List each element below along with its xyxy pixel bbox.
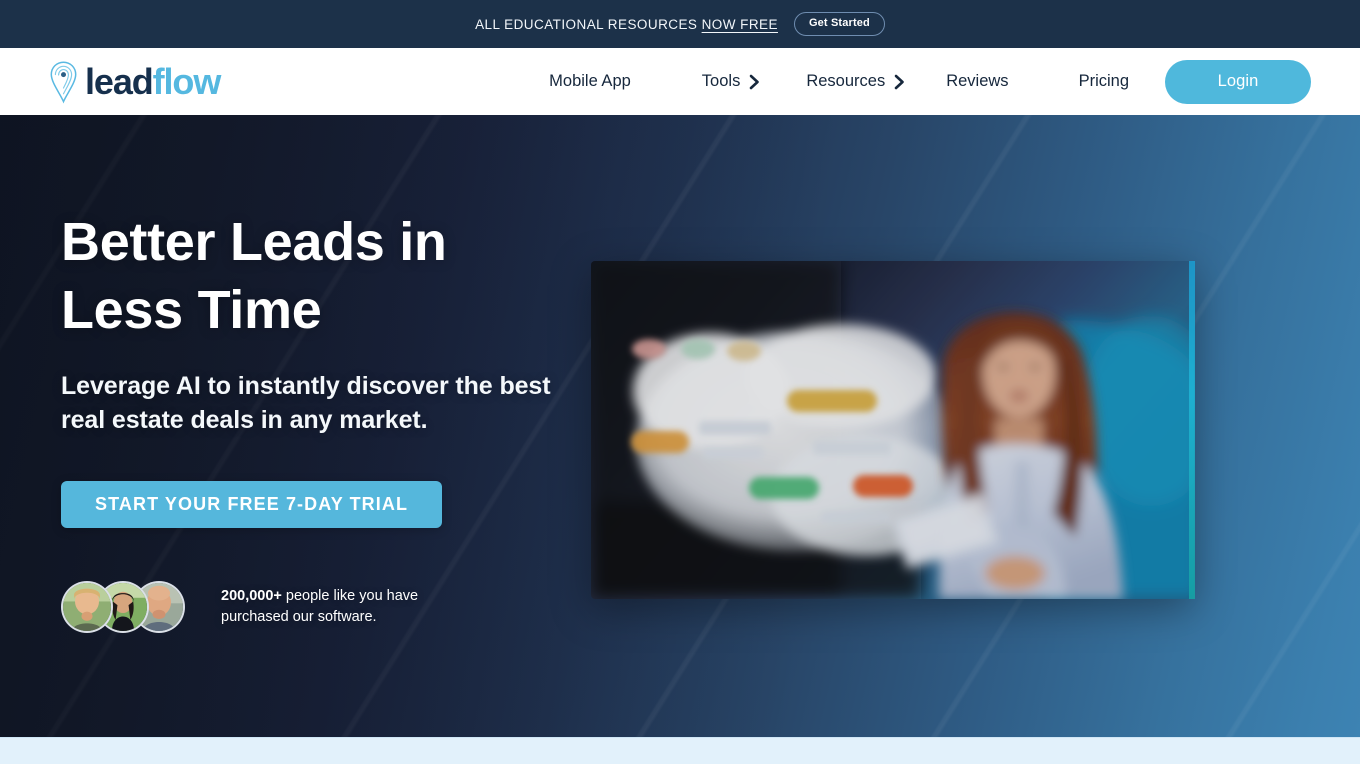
- announcement-bar: ALL EDUCATIONAL RESOURCES NOW FREE Get S…: [0, 0, 1360, 48]
- start-free-trial-button[interactable]: START YOUR FREE 7-DAY TRIAL: [61, 481, 443, 528]
- nav-label-tools: Tools: [701, 72, 741, 90]
- chevron-right-icon: [749, 74, 760, 90]
- hero-video-thumbnail[interactable]: [591, 261, 1194, 599]
- nav-label-mobile-app: Mobile App: [549, 72, 631, 90]
- avatar-group: [61, 581, 185, 633]
- logo[interactable]: leadflow: [49, 60, 222, 104]
- announcement-text-lead: ALL EDUCATIONAL RESOURCES: [475, 16, 702, 32]
- site-header: leadflow Mobile App Tools Resources Revi…: [0, 48, 1360, 115]
- location-pin-fingerprint-icon: [49, 60, 79, 104]
- hero-title: Better Leads in Less Time: [61, 209, 581, 344]
- avatar: [61, 581, 113, 633]
- login-button[interactable]: Login: [1165, 59, 1311, 104]
- hero-section: Better Leads in Less Time Leverage AI to…: [0, 115, 1360, 737]
- logo-text-flow: flow: [152, 61, 222, 102]
- get-started-button[interactable]: Get Started: [793, 12, 885, 36]
- nav-item-reviews[interactable]: Reviews: [946, 72, 1008, 91]
- nav-item-tools[interactable]: Tools: [702, 72, 761, 91]
- hero-title-line-2: Less Time: [61, 279, 322, 340]
- announcement-text: ALL EDUCATIONAL RESOURCES NOW FREE: [475, 17, 778, 32]
- nav-label-resources: Resources: [806, 72, 886, 90]
- next-section-strip: [0, 737, 1360, 764]
- nav-item-resources[interactable]: Resources: [806, 72, 905, 91]
- social-proof: 200,000+ people like you have purchased …: [61, 581, 421, 633]
- hero-inner: Better Leads in Less Time Leverage AI to…: [0, 115, 1360, 737]
- nav-item-mobile-app[interactable]: Mobile App: [549, 72, 631, 91]
- social-proof-text: 200,000+ people like you have purchased …: [221, 586, 421, 627]
- logo-wordmark: leadflow: [85, 61, 222, 102]
- hero-title-line-1: Better Leads in: [61, 212, 447, 272]
- nav-item-pricing[interactable]: Pricing: [1079, 72, 1129, 91]
- social-proof-count: 200,000+: [221, 588, 282, 605]
- logo-text-lead: lead: [85, 61, 154, 102]
- hero-copy: Better Leads in Less Time Leverage AI to…: [61, 209, 581, 528]
- main-navigation: Mobile App Tools Resources Reviews Prici…: [220, 59, 1311, 104]
- hero-subtitle: Leverage AI to instantly discover the be…: [61, 372, 551, 434]
- nav-label-reviews: Reviews: [946, 72, 1009, 90]
- announcement-text-emphasis: NOW FREE: [701, 16, 778, 32]
- nav-label-pricing: Pricing: [1078, 72, 1129, 90]
- chevron-right-icon: [894, 74, 905, 90]
